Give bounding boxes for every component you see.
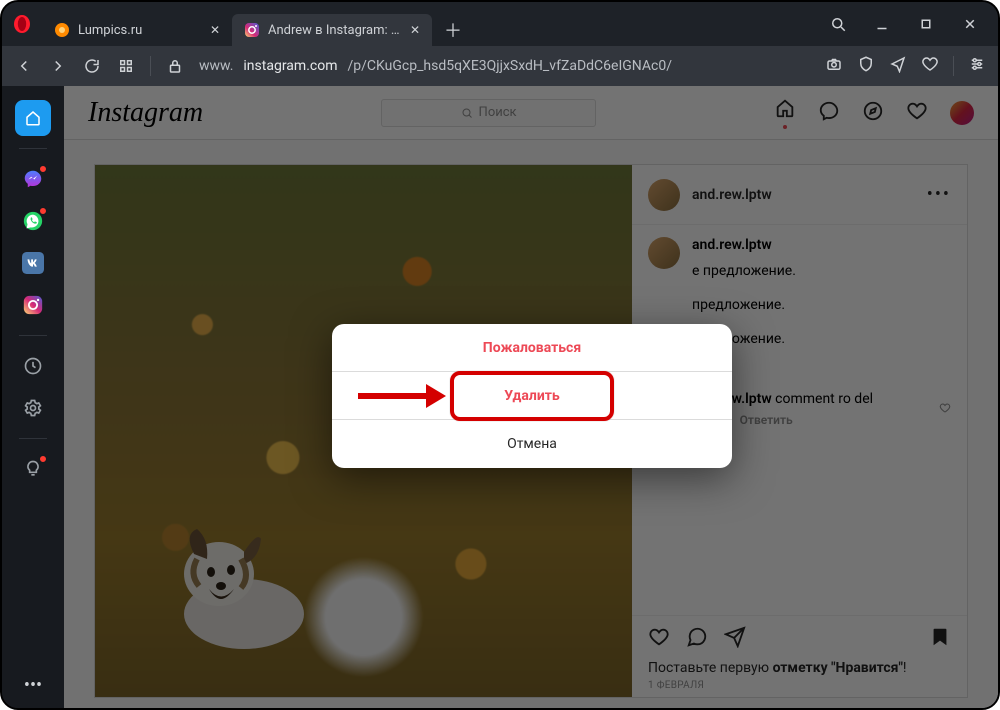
sidebar-instagram-icon[interactable] [15, 287, 51, 323]
new-tab-button[interactable]: ＋ [432, 14, 474, 46]
modal-report-button[interactable]: Пожаловаться [332, 324, 732, 372]
url-text[interactable]: www. instagram.com/p/CKuGcp_hsd5qXE3QjjxS… [199, 58, 811, 74]
favicon-lumpics [54, 22, 70, 38]
easy-setup-icon[interactable] [968, 55, 986, 77]
close-icon[interactable]: ✕ [410, 23, 420, 37]
titlebar: Lumpics.ru ✕ Andrew в Instagram: « По ✕ … [2, 2, 998, 46]
close-window-button[interactable] [948, 2, 992, 46]
back-button[interactable] [14, 57, 34, 75]
url-path: /p/CKuGcp_hsd5qXE3QjjxSxdH_vfZaDdC6eIGNA… [347, 58, 672, 74]
window-controls [816, 2, 998, 46]
sidebar-messenger-icon[interactable] [15, 161, 51, 197]
sidebar-home-icon[interactable] [15, 100, 51, 136]
separator [150, 56, 151, 76]
annotation-highlight [450, 371, 614, 421]
addr-right-icons [825, 55, 986, 77]
close-icon[interactable]: ✕ [210, 23, 220, 37]
opera-logo[interactable] [2, 2, 42, 46]
snapshot-icon[interactable] [825, 55, 843, 77]
sidebar-separator [19, 438, 47, 439]
sidebar-hint-icon[interactable] [15, 451, 51, 487]
sidebar-vk-icon[interactable] [15, 245, 51, 281]
url-host: instagram.com [243, 58, 337, 74]
search-tabs-icon[interactable] [816, 2, 860, 46]
sidebar-settings-icon[interactable] [15, 390, 51, 426]
address-bar: www. instagram.com/p/CKuGcp_hsd5qXE3QjjxS… [2, 46, 998, 86]
sidebar-separator [19, 148, 47, 149]
shield-icon[interactable] [857, 55, 875, 77]
speed-dial-icon[interactable] [116, 57, 136, 75]
tab-title: Lumpics.ru [78, 23, 202, 38]
browser-window: Lumpics.ru ✕ Andrew в Instagram: « По ✕ … [0, 0, 1000, 710]
maximize-button[interactable] [904, 2, 948, 46]
sidebar-history-icon[interactable] [15, 348, 51, 384]
url-prefix: www. [199, 58, 233, 74]
tab-instagram[interactable]: Andrew в Instagram: « По ✕ [232, 14, 432, 46]
minimize-button[interactable] [860, 2, 904, 46]
separator [953, 56, 954, 76]
sidebar-separator [19, 335, 47, 336]
tab-strip: Lumpics.ru ✕ Andrew в Instagram: « По ✕ … [42, 2, 816, 46]
lock-icon[interactable] [165, 57, 185, 75]
reload-button[interactable] [82, 57, 102, 75]
modal-cancel-button[interactable]: Отмена [332, 420, 732, 468]
annotation-arrow [358, 384, 448, 408]
sidebar-whatsapp-icon[interactable] [15, 203, 51, 239]
tab-title: Andrew в Instagram: « По [268, 23, 402, 38]
tab-lumpics[interactable]: Lumpics.ru ✕ [42, 14, 232, 46]
favicon-instagram [244, 22, 260, 38]
heart-icon[interactable] [921, 55, 939, 77]
opera-sidebar: ••• [2, 86, 64, 708]
sidebar-more-icon[interactable]: ••• [2, 675, 64, 696]
forward-button[interactable] [48, 57, 68, 75]
send-icon[interactable] [889, 55, 907, 77]
